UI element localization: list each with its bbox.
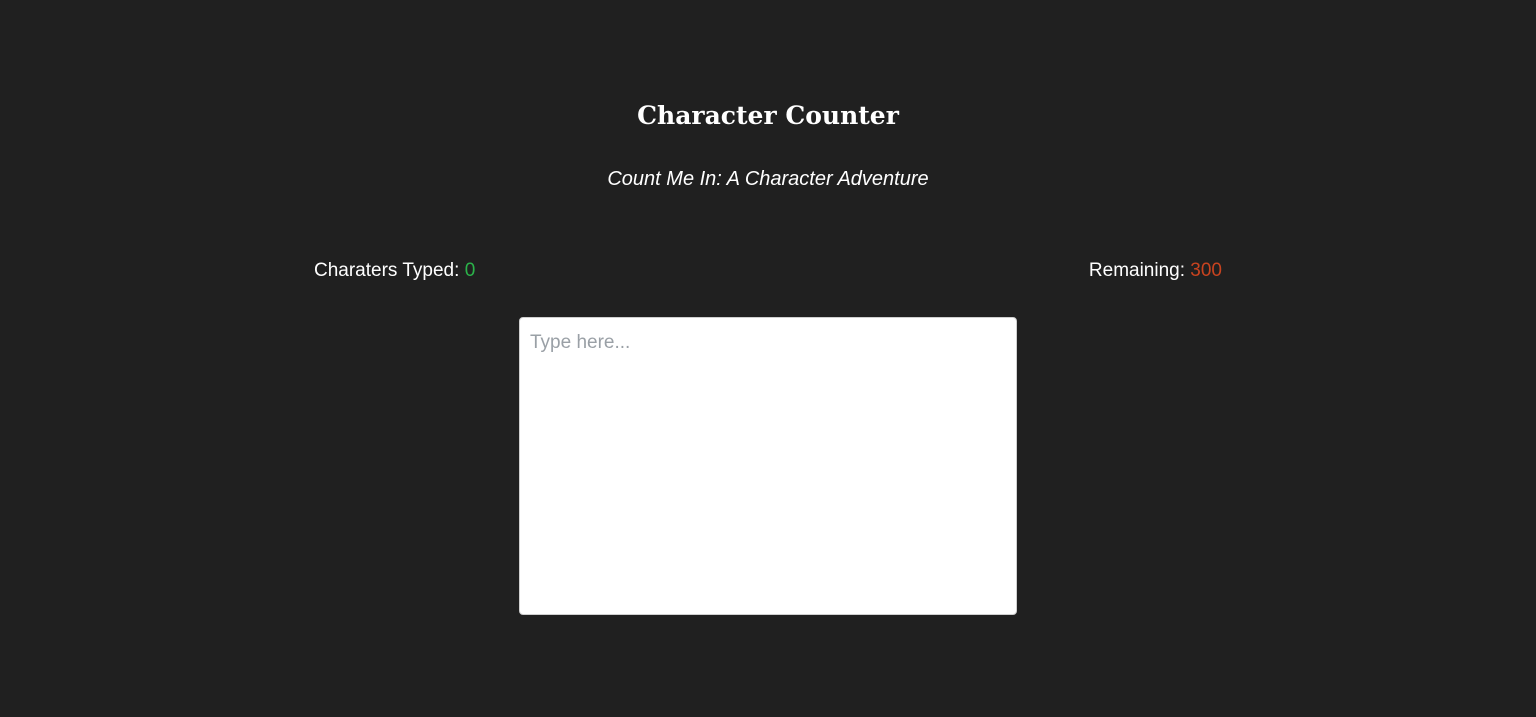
page-subtitle: Count Me In: A Character Adventure (607, 168, 929, 190)
remaining-count: 300 (1190, 260, 1222, 281)
typed-count: 0 (464, 260, 476, 281)
typed-stat: Charaters Typed: 0 (314, 258, 475, 284)
character-counter-page: Character Counter Count Me In: A Charact… (0, 0, 1536, 717)
remaining-stat: Remaining: 300 (1089, 258, 1222, 284)
page-title: Character Counter (637, 101, 899, 130)
remaining-label: Remaining: (1088, 260, 1186, 281)
counter-stats: Charaters Typed: 0 Remaining: 300 (314, 258, 1222, 284)
text-input-area[interactable] (519, 317, 1017, 615)
typed-label: Charaters Typed: (314, 260, 460, 281)
